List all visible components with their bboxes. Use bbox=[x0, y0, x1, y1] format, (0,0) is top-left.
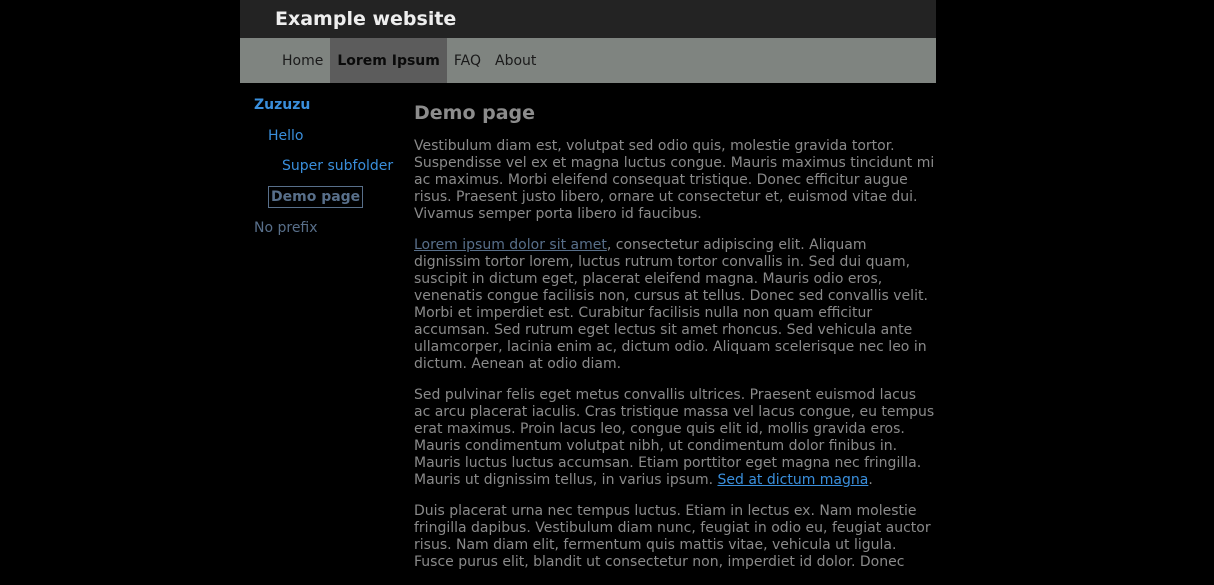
sidebar-item-super-subfolder[interactable]: Super subfolder bbox=[282, 157, 393, 175]
paragraph-1: Vestibulum diam est, volutpat sed odio q… bbox=[414, 138, 935, 222]
page-wrapper: Example website Home Lorem Ipsum FAQ Abo… bbox=[240, 0, 936, 570]
nav-item-home[interactable]: Home bbox=[275, 38, 330, 83]
main-nav: Home Lorem Ipsum FAQ About bbox=[240, 38, 936, 83]
nav-item-lorem-ipsum[interactable]: Lorem Ipsum bbox=[330, 38, 447, 83]
sidebar-item-hello[interactable]: Hello bbox=[268, 127, 304, 145]
paragraph-3: Sed pulvinar felis eget metus convallis … bbox=[414, 387, 936, 489]
lorem-ipsum-link[interactable]: Lorem ipsum dolor sit amet bbox=[414, 237, 607, 253]
nav-item-about[interactable]: About bbox=[488, 38, 543, 83]
nav-item-faq[interactable]: FAQ bbox=[447, 38, 488, 83]
sidebar-item-no-prefix[interactable]: No prefix bbox=[254, 219, 318, 237]
sed-at-dictum-link[interactable]: Sed at dictum magna bbox=[718, 472, 869, 488]
paragraph-2: Lorem ipsum dolor sit amet, consectetur … bbox=[414, 237, 936, 373]
paragraph-2-text: , consectetur adipiscing elit. Aliquam d… bbox=[414, 237, 928, 372]
paragraph-4: Duis placerat urna nec tempus luctus. Et… bbox=[414, 503, 931, 570]
site-title[interactable]: Example website bbox=[275, 8, 456, 30]
site-header: Example website bbox=[240, 0, 936, 38]
sidebar-item-demo-page[interactable]: Demo page bbox=[268, 186, 364, 208]
page-title: Demo page bbox=[414, 102, 536, 124]
paragraph-3-end: . bbox=[868, 472, 873, 488]
sidebar-item-zuzuzu[interactable]: Zuzuzu bbox=[254, 96, 310, 114]
main-content: Demo page Vestibulum diam est, volutpat … bbox=[414, 101, 936, 585]
